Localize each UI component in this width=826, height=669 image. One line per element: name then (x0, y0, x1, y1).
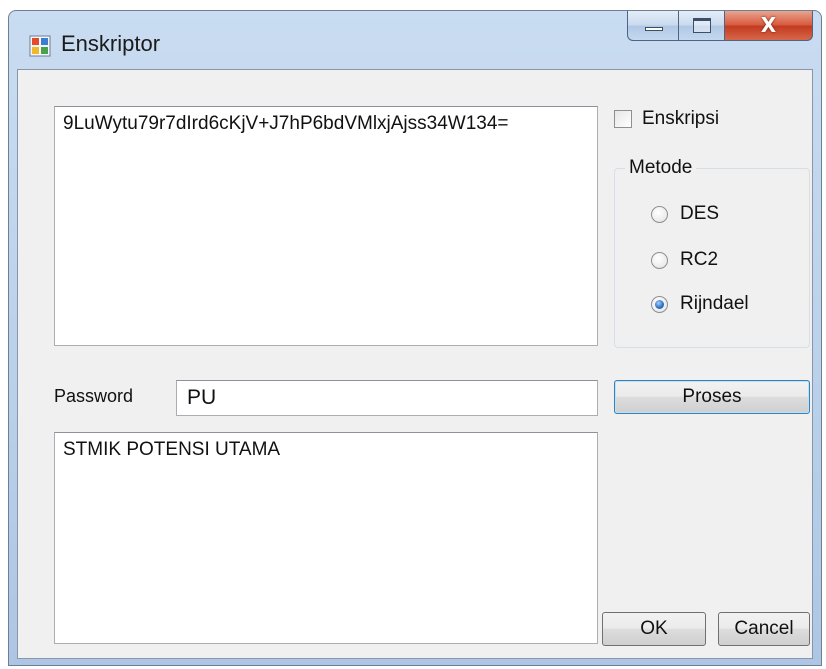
radio-label-rc2: RC2 (680, 249, 719, 270)
method-groupbox: Metode DES RC2 Rijndael (614, 157, 810, 348)
radio-circle-rijndael[interactable] (651, 295, 668, 313)
radio-label-rijndael: Rijndael (680, 293, 749, 314)
method-group-title: Metode (625, 157, 697, 179)
maximize-icon (693, 18, 711, 33)
minimize-button[interactable] (627, 11, 679, 41)
application-icon (29, 35, 51, 57)
checkbox-box[interactable] (614, 110, 632, 128)
enskriptor-window: Enskriptor X 9LuWytu79r7dIrd6cKjV+J7hP6b… (8, 10, 822, 666)
radio-circle-rc2[interactable] (651, 251, 668, 269)
minimize-icon (645, 27, 663, 31)
proses-button[interactable]: Proses (614, 380, 810, 414)
screen: Enskriptor X 9LuWytu79r7dIrd6cKjV+J7hP6b… (0, 0, 826, 669)
close-icon: X (760, 13, 777, 37)
password-label: Password (54, 386, 134, 406)
maximize-button[interactable] (679, 11, 725, 41)
radio-rijndael[interactable]: Rijndael (651, 293, 749, 315)
cancel-button[interactable]: Cancel (718, 612, 810, 646)
ok-button[interactable]: OK (602, 612, 706, 646)
input-text-area[interactable]: 9LuWytu79r7dIrd6cKjV+J7hP6bdVMlxjAjss34W… (54, 106, 598, 346)
window-title: Enskriptor (61, 31, 161, 56)
radio-des[interactable]: DES (651, 203, 719, 225)
title-bar[interactable]: Enskriptor X (9, 11, 821, 69)
radio-rc2[interactable]: RC2 (651, 249, 718, 271)
caption-buttons: X (627, 11, 813, 41)
radio-circle-des[interactable] (651, 205, 668, 223)
form-client-area: 9LuWytu79r7dIrd6cKjV+J7hP6bdVMlxjAjss34W… (17, 69, 813, 659)
password-input[interactable] (176, 380, 598, 416)
radio-label-des: DES (680, 203, 720, 224)
close-button[interactable]: X (725, 11, 813, 41)
encrypt-checkbox-label: Enskripsi (642, 108, 720, 129)
encrypt-checkbox[interactable]: Enskripsi (614, 108, 719, 130)
output-text-area[interactable]: STMIK POTENSI UTAMA (54, 432, 598, 644)
